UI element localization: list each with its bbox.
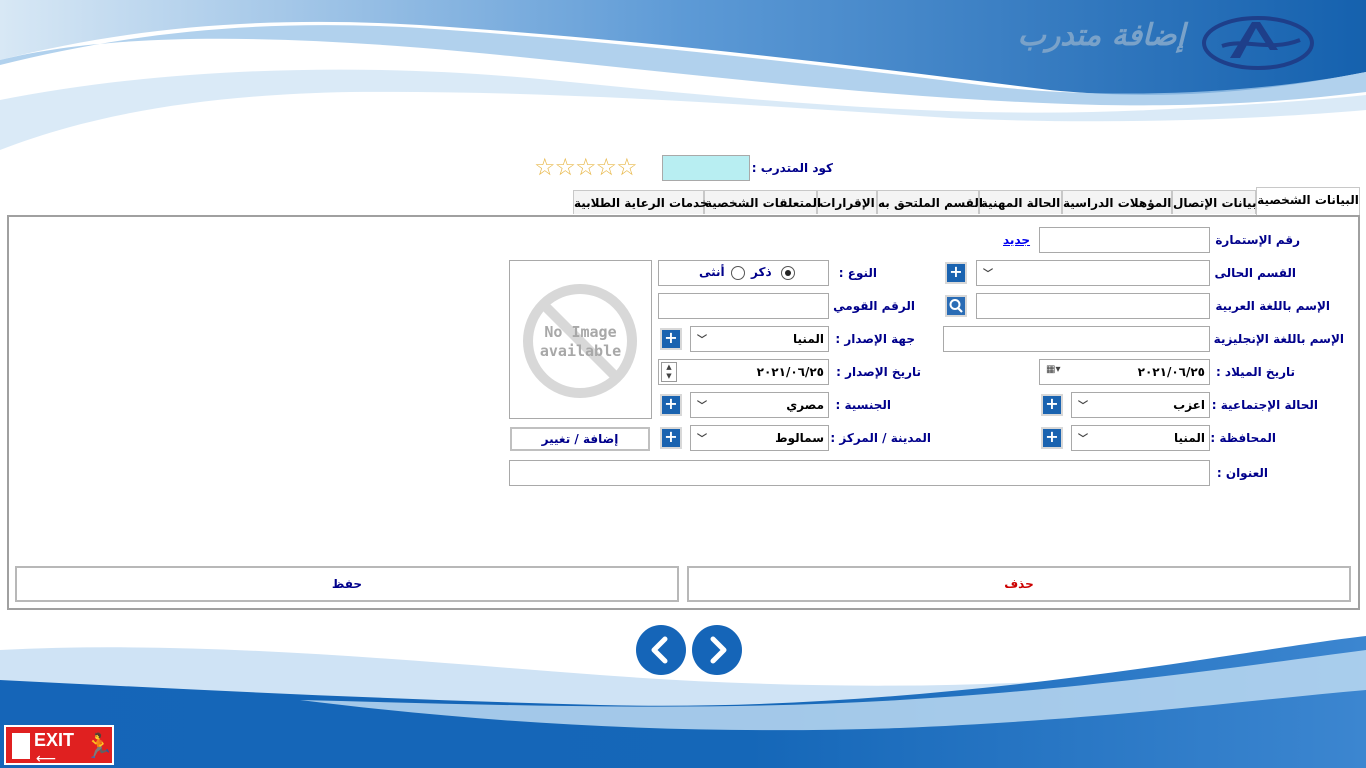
new-link[interactable]: جديد (1003, 233, 1030, 247)
issue-date-input[interactable]: ٢٠٢١/٠٦/٢٥ ▲ ▼ (658, 359, 829, 385)
add-nationality-button[interactable]: + (660, 394, 682, 416)
add-issuer-button[interactable]: + (660, 328, 682, 350)
chevron-down-icon: ﹀ (983, 269, 993, 280)
photo-frame: No Image available (509, 260, 652, 419)
gender-female-radio[interactable] (731, 266, 745, 280)
chevron-left-icon (651, 636, 668, 664)
no-image-text: No Image available (539, 323, 622, 360)
save-button[interactable]: حفظ (15, 566, 679, 602)
tab-declarations[interactable]: الإقرارات (817, 190, 877, 214)
search-icon[interactable] (945, 295, 967, 317)
gender-label: النوع : (838, 266, 877, 280)
gender-radio-group: ذكر أنثى (658, 260, 829, 286)
chevron-right-icon (710, 636, 727, 664)
tab-qualifications[interactable]: المؤهلات الدراسية (1062, 190, 1172, 214)
chevron-down-icon: ﹀ (1078, 434, 1088, 445)
current-department-label: القسم الحالى : (1205, 266, 1296, 280)
add-governorate-button[interactable]: + (1041, 427, 1063, 449)
arabic-name-label: الإسم باللغة العربية : (1206, 299, 1330, 313)
page-title: إضافة متدرب (1017, 18, 1185, 53)
change-photo-button[interactable]: إضافة / تغيير (510, 427, 650, 451)
add-department-button[interactable]: + (945, 262, 967, 284)
previous-button[interactable] (636, 625, 686, 675)
birth-date-picker[interactable]: ٢٠٢١/٠٦/٢٥ ▾▦ (1039, 359, 1210, 385)
issuer-label: جهة الإصدار : (835, 332, 915, 346)
governorate-select[interactable]: المنيا ﹀ (1071, 425, 1210, 451)
chevron-down-icon: ﹀ (1078, 401, 1088, 412)
gender-male-label: ذكر (751, 265, 772, 279)
address-label: العنوان : (1216, 466, 1268, 480)
marital-status-select[interactable]: اعزب ﹀ (1071, 392, 1210, 418)
tab-personal-belongings[interactable]: المتعلقات الشخصية (704, 190, 821, 214)
national-id-input[interactable] (658, 293, 829, 319)
delete-button[interactable]: حذف (687, 566, 1351, 602)
running-man-icon: 🏃 (84, 732, 114, 760)
tab-personal-data[interactable]: البيانات الشخصية (1256, 187, 1360, 216)
add-marital-status-button[interactable]: + (1041, 394, 1063, 416)
arrow-left-icon: ⟵ (36, 751, 57, 767)
exit-label: EXIT (34, 730, 75, 750)
nationality-select[interactable]: مصري ﹀ (690, 392, 829, 418)
english-name-label: الإسم باللغة الإنجليزية : (1204, 332, 1344, 346)
city-select[interactable]: سمالوط ﹀ (690, 425, 829, 451)
national-id-label: الرقم القومي : (824, 299, 915, 313)
form-number-input[interactable] (1039, 227, 1210, 253)
issuer-select[interactable]: المنيا ﹀ (690, 326, 829, 352)
address-input[interactable] (509, 460, 1210, 486)
gender-female-label: أنثى (699, 265, 725, 279)
add-city-button[interactable]: + (660, 427, 682, 449)
birth-date-label: تاريخ الميلاد : (1215, 365, 1295, 379)
calendar-icon: ▾▦ (1046, 364, 1061, 375)
arabic-name-input[interactable] (976, 293, 1210, 319)
chevron-down-icon: ﹀ (697, 434, 707, 445)
door-icon (12, 733, 30, 759)
spin-icon[interactable]: ▲ ▼ (661, 362, 677, 382)
tab-enrolled-department[interactable]: القسم الملتحق به (877, 190, 983, 214)
issue-date-label: تاريخ الإصدار : (836, 365, 921, 379)
trainer-code-label: كود المتدرب : (751, 161, 833, 175)
rating-stars[interactable]: ☆☆☆☆☆ (534, 153, 638, 181)
gender-male-radio[interactable] (781, 266, 795, 280)
nationality-label: الجنسية : (835, 398, 891, 412)
chevron-down-icon: ﹀ (697, 335, 707, 346)
tab-student-services[interactable]: خدمات الرعاية الطلابية (573, 190, 709, 214)
tab-contact-data[interactable]: بيانات الإتصال (1172, 190, 1256, 214)
english-name-input[interactable] (943, 326, 1210, 352)
trainer-code-input[interactable] (662, 155, 750, 181)
logo-icon (1202, 16, 1314, 70)
city-label: المدينة / المركز : (830, 431, 931, 445)
form-number-label: رقم الإستمارة : (1206, 233, 1300, 247)
chevron-down-icon: ﹀ (697, 401, 707, 412)
governorate-label: المحافظة : (1210, 431, 1276, 445)
marital-status-label: الحالة الإجتماعية : (1211, 398, 1318, 412)
tab-professional-status[interactable]: الحالة المهنية (979, 190, 1062, 214)
exit-button[interactable]: EXIT ⟵ 🏃 (4, 725, 114, 767)
next-button[interactable] (692, 625, 742, 675)
current-department-select[interactable]: ﹀ (976, 260, 1210, 286)
